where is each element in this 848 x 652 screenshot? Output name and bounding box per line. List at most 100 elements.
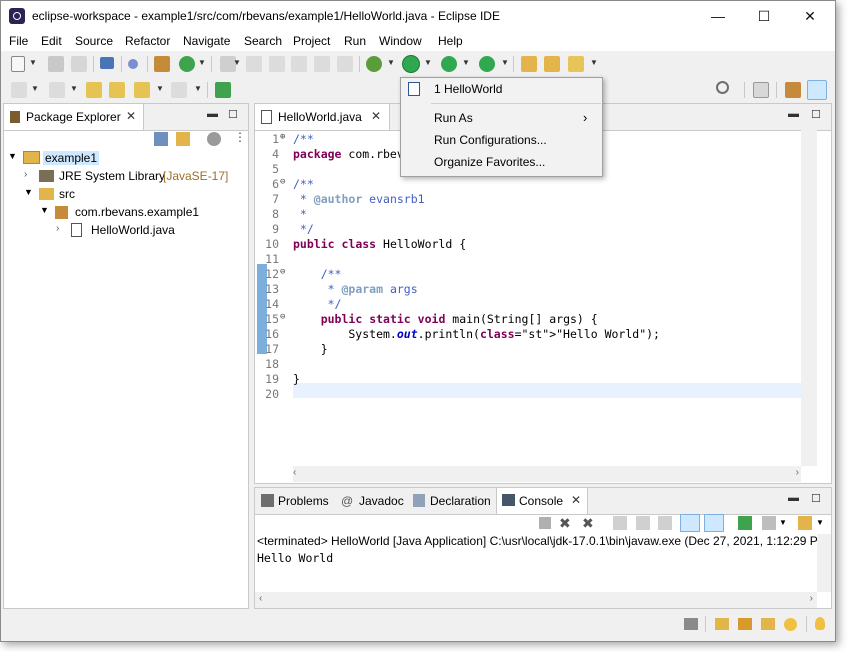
previous-annotation-icon[interactable]: [49, 82, 65, 98]
maximize-view-icon[interactable]: ☐: [811, 108, 821, 121]
chevron-right-icon[interactable]: ›: [56, 223, 59, 234]
minimize-view-icon[interactable]: ▬: [207, 108, 218, 120]
pilcrow-icon[interactable]: [337, 56, 353, 72]
vertical-scrollbar[interactable]: [801, 130, 817, 466]
toggle-block-selection-icon[interactable]: [269, 56, 285, 72]
open-type-dropdown-arrow[interactable]: ▼: [233, 58, 241, 67]
menu-refactor[interactable]: Refactor: [125, 34, 170, 48]
console-horizontal-scrollbar[interactable]: ‹ ›: [255, 592, 817, 608]
menu-project[interactable]: Project: [293, 34, 330, 48]
word-wrap-console-icon[interactable]: [658, 516, 672, 530]
show-console-stderr-icon[interactable]: [704, 514, 724, 532]
save-icon[interactable]: [48, 56, 64, 72]
external-tools-dropdown-arrow[interactable]: ▼: [501, 58, 509, 67]
chevron-down-icon[interactable]: ▼: [8, 151, 17, 161]
terminal-icon[interactable]: [100, 57, 114, 69]
filters-icon[interactable]: [207, 132, 221, 146]
chevron-right-icon[interactable]: ›: [24, 169, 27, 180]
menu-help[interactable]: Help: [438, 34, 463, 48]
menu-run[interactable]: Run: [344, 34, 366, 48]
lightbulb-icon[interactable]: [815, 617, 825, 630]
minimize-view-icon[interactable]: ▬: [788, 108, 799, 120]
debug-icon[interactable]: [366, 56, 382, 72]
new-class-dropdown-arrow[interactable]: ▼: [198, 58, 206, 67]
new-dropdown-arrow[interactable]: ▼: [29, 58, 37, 67]
collapse-fold-icon[interactable]: ⊖: [280, 312, 285, 322]
previous-annotation-dropdown-arrow[interactable]: ▼: [70, 84, 78, 93]
menu-edit[interactable]: Edit: [41, 34, 62, 48]
forward-dropdown-arrow[interactable]: ▼: [194, 84, 202, 93]
book-icon[interactable]: [715, 618, 729, 630]
pin-console-icon[interactable]: [738, 516, 752, 530]
run-icon[interactable]: [403, 56, 419, 72]
progress-icon[interactable]: [684, 618, 698, 630]
back-icon[interactable]: [134, 82, 150, 98]
collapse-all-icon[interactable]: [154, 132, 168, 146]
search-icon[interactable]: [716, 81, 729, 94]
display-console-dropdown-arrow[interactable]: ▼: [779, 518, 787, 527]
coverage-icon[interactable]: [441, 56, 457, 72]
chevron-down-icon[interactable]: ▼: [24, 187, 33, 197]
new-icon[interactable]: [11, 56, 25, 72]
skip-breakpoints-icon[interactable]: [128, 59, 138, 69]
menu-item-organize-favorites[interactable]: Organize Favorites...: [401, 151, 602, 173]
toggle-mark-occurrences-icon[interactable]: [246, 56, 262, 72]
link-with-editor-icon[interactable]: [176, 132, 190, 146]
menu-file[interactable]: File: [9, 34, 28, 48]
debug-dropdown-arrow[interactable]: ▼: [387, 58, 395, 67]
console-vertical-scrollbar[interactable]: [817, 534, 831, 592]
tab-console[interactable]: Console ✕: [496, 488, 588, 514]
close-icon[interactable]: ✕: [371, 109, 381, 123]
scroll-lock-icon[interactable]: [636, 516, 650, 530]
minimize-button[interactable]: —: [695, 1, 741, 31]
next-edit-location-icon[interactable]: [109, 82, 125, 98]
clear-console-icon[interactable]: [613, 516, 627, 530]
remove-all-launches-icon[interactable]: ✖: [582, 515, 594, 532]
maximize-view-icon[interactable]: ☐: [811, 492, 821, 505]
smiley-icon[interactable]: [784, 618, 797, 631]
word-wrap-icon[interactable]: [291, 56, 307, 72]
tab-declaration[interactable]: Declaration: [430, 494, 491, 508]
maximize-view-icon[interactable]: ☐: [228, 108, 238, 121]
terminate-icon[interactable]: [539, 517, 551, 529]
close-icon[interactable]: ✕: [571, 493, 581, 507]
code-area[interactable]: 1⊕/**4package com.rbevans.example1;56⊖/*…: [255, 128, 801, 458]
close-window-button[interactable]: ✕: [787, 1, 833, 31]
forward-icon[interactable]: [171, 82, 187, 98]
java-perspective-icon[interactable]: [807, 80, 827, 100]
menu-item-run-configurations[interactable]: Run Configurations...: [401, 129, 602, 151]
next-annotation-dropdown-arrow[interactable]: ▼: [31, 84, 39, 93]
save-all-icon[interactable]: [71, 56, 87, 72]
external-tools-icon[interactable]: [479, 56, 495, 72]
maximize-button[interactable]: ☐: [741, 1, 787, 31]
open-folder-icon[interactable]: [521, 56, 537, 72]
expand-fold-icon[interactable]: ⊕: [280, 132, 285, 142]
new-java-class-icon[interactable]: [179, 56, 195, 72]
menu-item-helloworld[interactable]: 1 HelloWorld: [401, 78, 602, 100]
view-menu-icon[interactable]: ⋮: [234, 130, 246, 144]
next-annotation-icon[interactable]: [11, 82, 27, 98]
collapse-fold-icon[interactable]: ⊖: [280, 267, 285, 277]
menu-search[interactable]: Search: [244, 34, 282, 48]
menu-source[interactable]: Source: [75, 34, 113, 48]
tab-problems[interactable]: Problems: [278, 494, 329, 508]
open-task-icon[interactable]: [544, 56, 560, 72]
scroll-left-icon[interactable]: ‹: [259, 593, 262, 604]
minimize-view-icon[interactable]: ▬: [788, 492, 799, 504]
open-perspective-icon[interactable]: [753, 82, 769, 98]
remove-launch-icon[interactable]: ✖: [559, 515, 571, 532]
close-icon[interactable]: ✕: [126, 109, 136, 123]
menu-window[interactable]: Window: [379, 34, 422, 48]
show-whitespace-icon[interactable]: [314, 56, 330, 72]
menu-item-run-as[interactable]: Run As ›: [401, 107, 602, 129]
scroll-right-icon[interactable]: ›: [796, 467, 799, 478]
wand-icon[interactable]: [761, 618, 775, 630]
open-console-icon[interactable]: [798, 516, 812, 530]
java-ee-perspective-icon[interactable]: [785, 82, 801, 98]
new-java-package-icon[interactable]: [154, 56, 170, 72]
menu-navigate[interactable]: Navigate: [183, 34, 230, 48]
open-console-dropdown-arrow[interactable]: ▼: [816, 518, 824, 527]
pin-editor-icon[interactable]: [215, 82, 231, 98]
scroll-right-icon[interactable]: ›: [810, 593, 813, 604]
last-edit-location-icon[interactable]: [86, 82, 102, 98]
